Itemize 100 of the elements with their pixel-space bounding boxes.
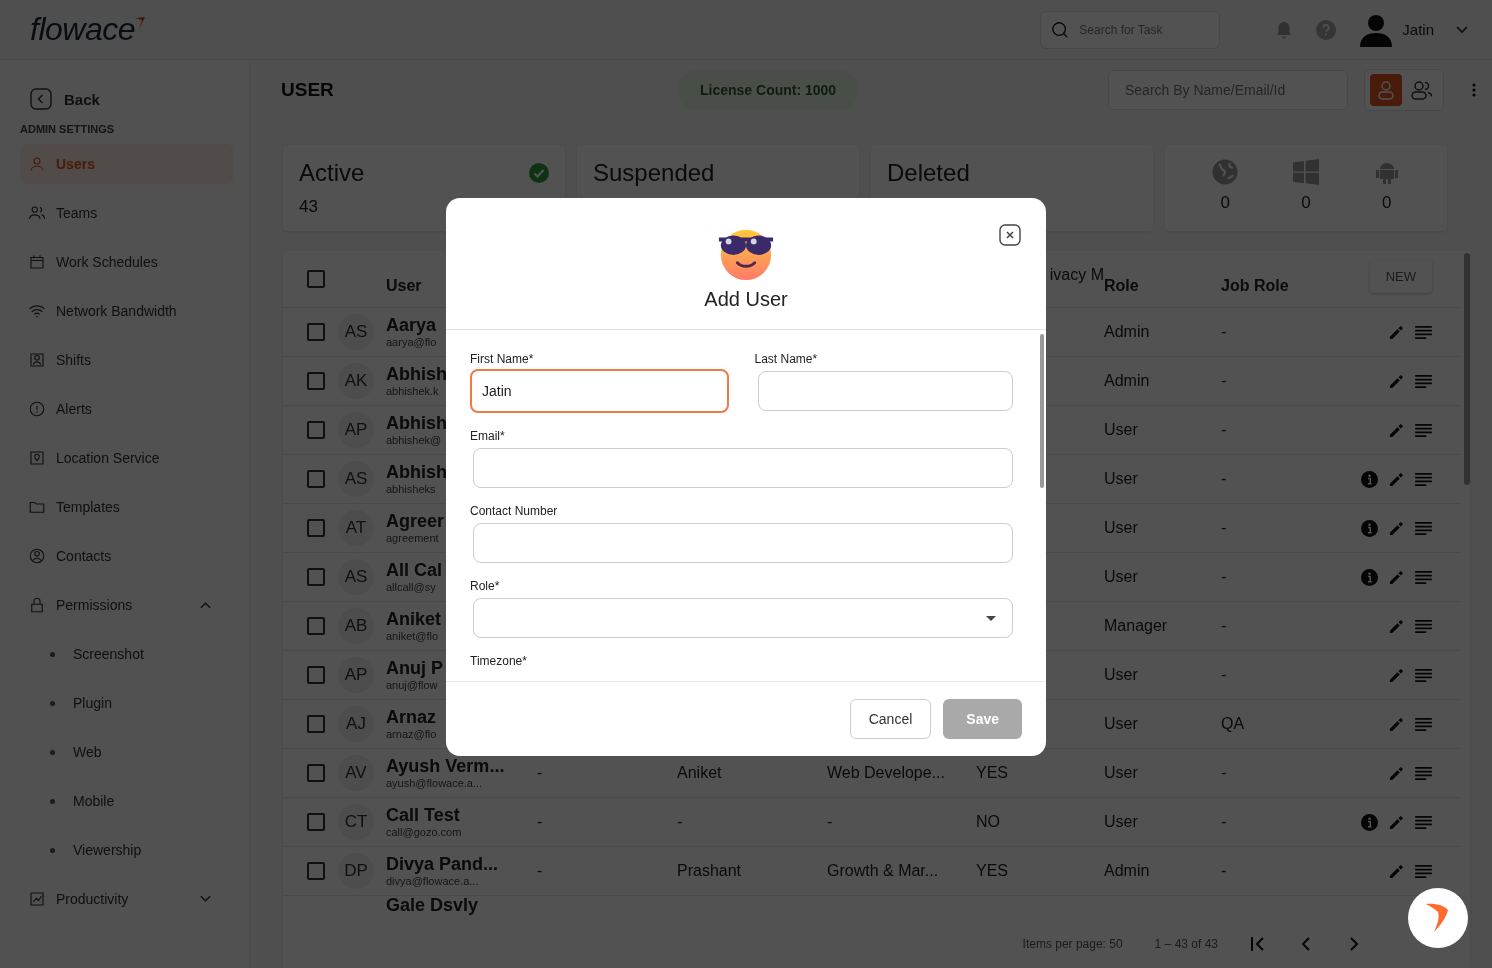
edit-pencil-icon[interactable] (1388, 666, 1405, 684)
edit-pencil-icon[interactable] (1388, 323, 1405, 341)
field-label: First Name* (470, 352, 535, 366)
user-name-cell: Aniket (386, 610, 441, 630)
info-icon[interactable] (1361, 519, 1378, 537)
row-checkbox[interactable] (307, 372, 325, 390)
user-email-cell: aarya@flo (386, 335, 437, 348)
sidebar-item[interactable]: Alerts (20, 389, 233, 429)
more-options-icon[interactable] (1472, 83, 1476, 97)
input-field[interactable] (473, 448, 1013, 488)
sidebar-subitem[interactable]: Screenshot (20, 634, 233, 674)
edit-pencil-icon[interactable] (1388, 568, 1405, 586)
sidebar-item[interactable]: Templates (20, 487, 233, 527)
row-checkbox[interactable] (307, 666, 325, 684)
row-checkbox[interactable] (307, 715, 325, 733)
location-pin-icon (28, 449, 46, 467)
table-cell: User (1104, 519, 1138, 537)
menu-lines-icon[interactable] (1415, 619, 1432, 633)
menu-lines-icon[interactable] (1415, 325, 1432, 339)
sidebar-subitem[interactable]: Viewership (20, 830, 233, 870)
cancel-button[interactable]: Cancel (849, 699, 932, 739)
menu-lines-icon[interactable] (1415, 815, 1432, 829)
status-label: Active (299, 159, 365, 187)
user-name-cell: Arnaz (386, 708, 436, 728)
sidebar-subitem[interactable]: Web (20, 732, 233, 772)
calendar-icon (28, 253, 46, 271)
column-header[interactable]: Role (1104, 263, 1221, 295)
menu-lines-icon[interactable] (1415, 374, 1432, 388)
input-field[interactable]: Jatin (470, 369, 729, 413)
window-panes-icon (1293, 159, 1319, 185)
edit-pencil-icon[interactable] (1388, 617, 1405, 635)
user-name[interactable]: Jatin (1402, 21, 1434, 38)
table-cell: Manager (1104, 617, 1168, 635)
table-cell: - (1221, 519, 1227, 537)
row-checkbox[interactable] (307, 421, 325, 439)
dropdown-field[interactable] (473, 598, 1013, 638)
row-checkbox[interactable] (307, 764, 325, 782)
edit-pencil-icon[interactable] (1388, 470, 1405, 488)
sidebar-subitem[interactable]: Mobile (20, 781, 233, 821)
table-cell: - (1221, 764, 1227, 782)
sidebar-item[interactable]: Teams (20, 193, 233, 233)
user-name-cell: Abhish (386, 365, 447, 385)
edit-pencil-icon[interactable] (1388, 764, 1405, 782)
menu-lines-icon[interactable] (1415, 668, 1432, 682)
info-icon[interactable] (1361, 470, 1378, 488)
column-header[interactable]: Job Role (1221, 263, 1331, 295)
sidebar-item[interactable]: Location Service (20, 438, 233, 478)
sidebar-item[interactable]: Work Schedules (20, 242, 233, 282)
info-icon[interactable] (1361, 568, 1378, 586)
menu-lines-icon[interactable] (1415, 570, 1432, 584)
user-email-cell: abhisheks (386, 482, 436, 495)
menu-lines-icon[interactable] (1415, 423, 1432, 437)
menu-lines-icon[interactable] (1415, 717, 1432, 731)
scrollbar[interactable] (1040, 334, 1044, 488)
edit-pencil-icon[interactable] (1388, 862, 1405, 880)
input-field[interactable] (473, 523, 1013, 563)
row-checkbox[interactable] (307, 323, 325, 341)
sidebar-item[interactable]: Network Bandwidth (20, 291, 233, 331)
row-checkbox[interactable] (307, 519, 325, 537)
edit-pencil-icon[interactable] (1388, 519, 1405, 537)
back-button[interactable]: Back (20, 84, 100, 114)
avatar-initials: AK (338, 363, 374, 399)
edit-pencil-icon[interactable] (1388, 421, 1405, 439)
menu-lines-icon[interactable] (1415, 472, 1432, 486)
group-icon (28, 204, 46, 222)
edit-pencil-icon[interactable] (1388, 813, 1405, 831)
help-icon[interactable] (1316, 19, 1337, 40)
info-icon[interactable] (1361, 813, 1378, 831)
menu-lines-icon[interactable] (1415, 864, 1432, 878)
first-page-icon[interactable] (1250, 936, 1266, 952)
user-email-cell: arnaz@flo (386, 727, 437, 740)
edit-pencil-icon[interactable] (1388, 372, 1405, 390)
sidebar-item[interactable]: Productivity (20, 879, 233, 919)
sidebar-item[interactable]: Permissions (20, 585, 233, 625)
single-user-view-button[interactable] (1370, 74, 1402, 106)
sidebar-item[interactable]: Contacts (20, 536, 233, 576)
table-cell: Prashant (677, 862, 742, 880)
field-label: Contact Number (470, 504, 559, 518)
status-count: 43 (299, 197, 319, 217)
table-cell: Admin (1104, 372, 1150, 390)
user-email-cell: call@gozo.com (386, 825, 462, 838)
row-checkbox[interactable] (307, 813, 325, 831)
sidebar-item[interactable]: Users (20, 144, 233, 184)
edit-pencil-icon[interactable] (1388, 715, 1405, 733)
user-silhouette-icon[interactable] (1360, 12, 1393, 47)
sidebar-item[interactable]: Shifts (20, 340, 233, 380)
row-checkbox[interactable] (307, 862, 325, 880)
row-checkbox[interactable] (307, 470, 325, 488)
close-icon[interactable] (999, 224, 1021, 246)
scrollbar[interactable] (1464, 253, 1470, 485)
select-all-checkbox[interactable] (307, 270, 325, 288)
user-email-cell: divya@flowace.a... (386, 874, 479, 887)
chevron-down-icon[interactable] (1456, 25, 1468, 34)
row-checkbox[interactable] (307, 617, 325, 635)
table-cell: YES (976, 862, 1008, 880)
menu-lines-icon[interactable] (1415, 521, 1432, 535)
menu-lines-icon[interactable] (1415, 766, 1432, 780)
input-field[interactable] (757, 371, 1013, 411)
sidebar-subitem[interactable]: Plugin (20, 683, 233, 723)
row-checkbox[interactable] (307, 568, 325, 586)
